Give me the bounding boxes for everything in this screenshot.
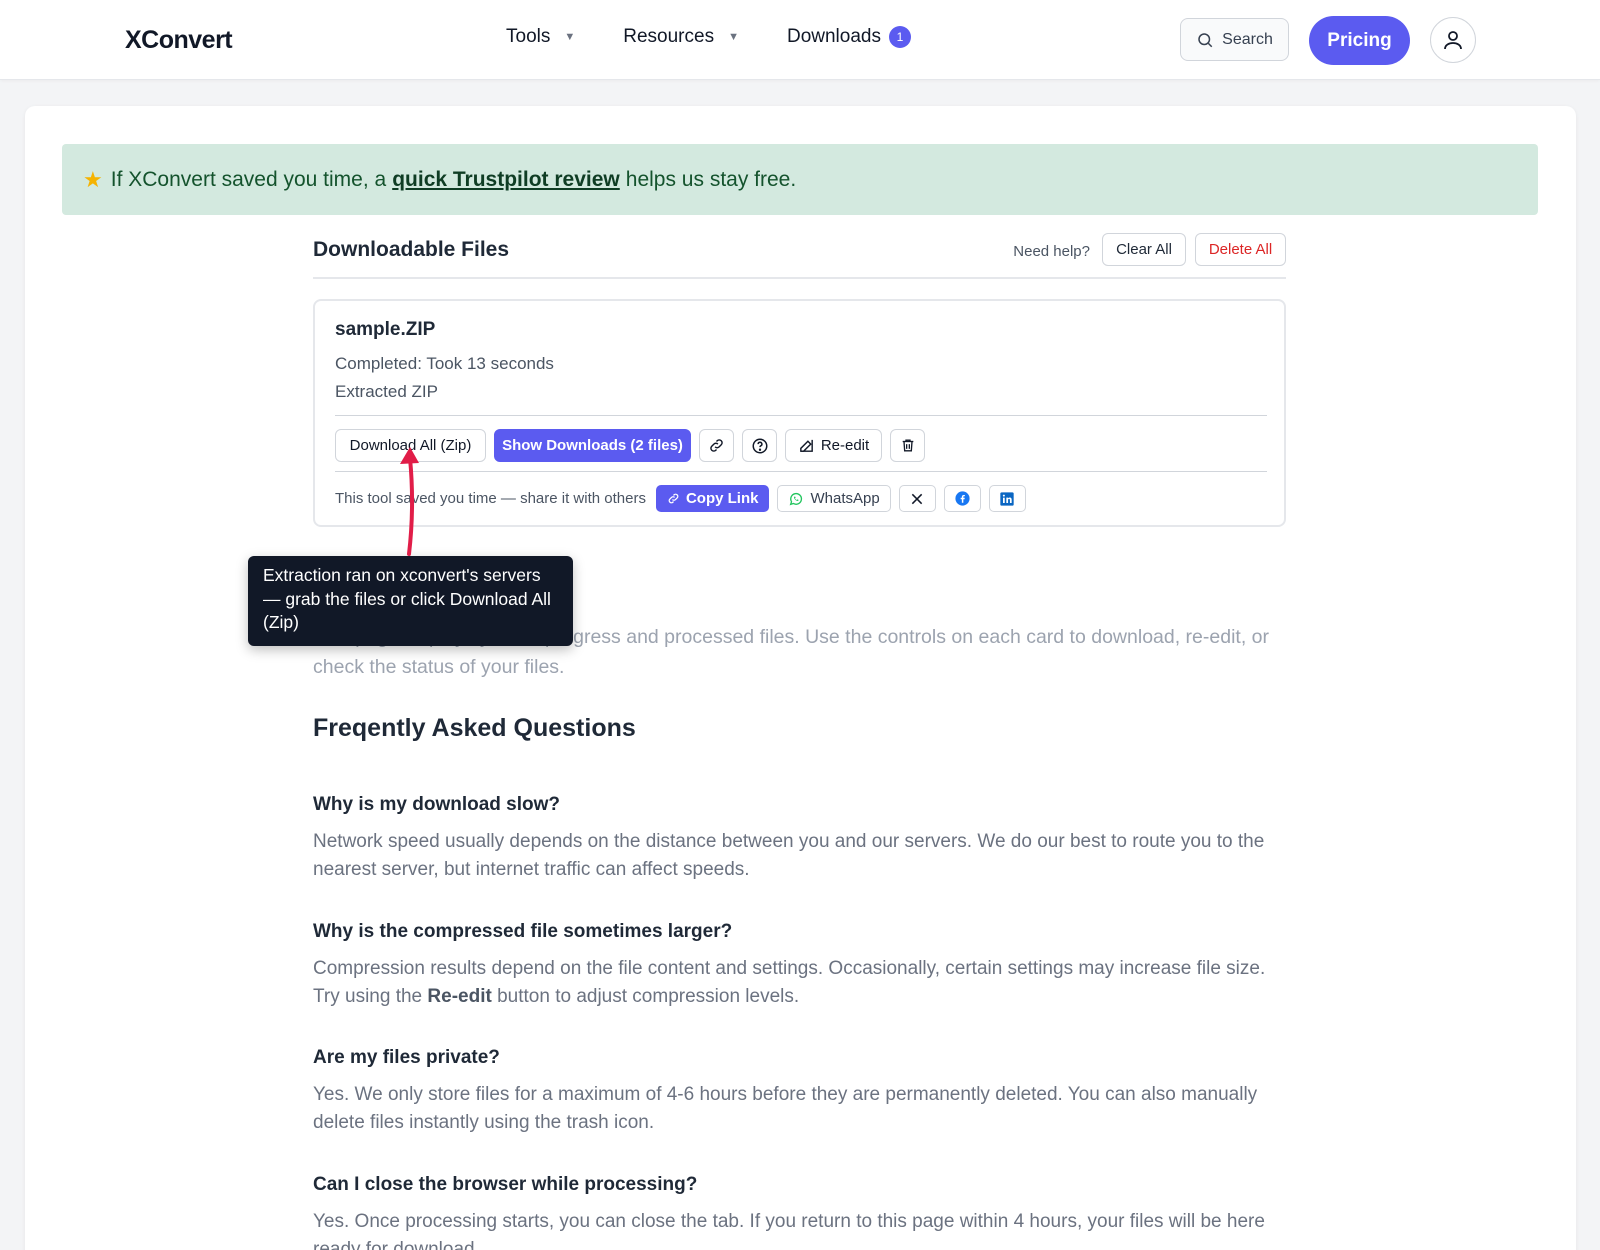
- question-circle-icon: [752, 438, 767, 453]
- downloads-section-header: Downloadable Files Need help? Clear All …: [313, 233, 1286, 279]
- file-name: sample.ZIP: [335, 319, 436, 340]
- banner-prefix: If XConvert saved you time, a: [110, 167, 387, 191]
- main-content-card: ★ If XConvert saved you time, a quick Tr…: [25, 106, 1576, 1250]
- delete-all-button[interactable]: Delete All: [1195, 233, 1286, 266]
- whatsapp-icon: [790, 492, 803, 505]
- faq-answer-emphasis: Re-edit: [427, 986, 492, 1007]
- divider: [335, 471, 1267, 472]
- user-icon: [1444, 31, 1462, 50]
- link-icon: [710, 439, 723, 452]
- trustpilot-review-link[interactable]: quick Trustpilot review: [392, 168, 620, 192]
- need-help-link[interactable]: Need help?: [1013, 243, 1090, 260]
- facebook-share-button[interactable]: [943, 485, 981, 512]
- nav-downloads-label: Downloads: [786, 26, 881, 47]
- linkedin-icon: [1000, 491, 1014, 506]
- caret-down-icon: ▼: [728, 31, 739, 43]
- file-card: sample.ZIP Completed: Took 13 seconds Ex…: [313, 299, 1286, 527]
- faq-question: Why is my download slow?: [313, 794, 561, 815]
- faq-question: Can I close the browser while processing…: [313, 1174, 698, 1195]
- top-header: XConvert Tools ▼ Resources ▼ Downloads 1…: [0, 0, 1600, 80]
- help-icon-button[interactable]: [742, 429, 777, 462]
- edit-icon: [799, 439, 813, 452]
- nav-resources[interactable]: Resources ▼: [623, 26, 739, 48]
- search-label: Search: [1222, 30, 1273, 48]
- delete-file-button[interactable]: [890, 429, 925, 462]
- trash-icon: [902, 439, 913, 452]
- nav-tools[interactable]: Tools ▼: [506, 26, 575, 48]
- annotation-arrow-icon: [400, 447, 419, 556]
- downloads-count-badge: 1: [888, 26, 911, 48]
- x-share-button[interactable]: [898, 485, 936, 512]
- x-twitter-icon: [911, 493, 923, 504]
- search-icon: [1198, 32, 1213, 47]
- caret-down-icon: ▼: [564, 31, 576, 43]
- facebook-icon: [955, 491, 970, 506]
- faq-question: Are my files private?: [313, 1047, 500, 1068]
- nav-tools-label: Tools: [506, 26, 551, 47]
- pricing-button[interactable]: Pricing: [1309, 16, 1410, 65]
- whatsapp-label: WhatsApp: [810, 490, 880, 507]
- faq-answer-part: button to adjust compression levels.: [497, 986, 800, 1007]
- file-operation: Extracted ZIP: [335, 382, 438, 401]
- account-button[interactable]: [1430, 17, 1476, 63]
- nav-resources-label: Resources: [623, 26, 715, 47]
- show-downloads-button[interactable]: Show Downloads (2 files): [494, 429, 691, 462]
- star-icon: ★: [83, 166, 103, 192]
- faq-answer: Compression results depend on the file c…: [313, 955, 1293, 1011]
- faq-question: Why is the compressed file sometimes lar…: [313, 921, 733, 942]
- link-icon: [668, 493, 679, 504]
- linkedin-share-button[interactable]: [988, 485, 1026, 512]
- reedit-label: Re-edit: [820, 437, 870, 454]
- faq-answer: Yes. We only store files for a maximum o…: [313, 1084, 1258, 1133]
- nav-downloads[interactable]: Downloads 1: [787, 26, 911, 48]
- clear-all-button[interactable]: Clear All: [1102, 233, 1186, 266]
- review-banner: ★ If XConvert saved you time, a quick Tr…: [62, 144, 1538, 215]
- copy-link-label: Copy Link: [685, 490, 759, 507]
- section-title: Downloadable Files: [313, 238, 510, 261]
- reedit-button[interactable]: Re-edit: [785, 429, 882, 462]
- faq-answer: Network speed usually depends on the dis…: [313, 831, 1265, 880]
- faq-answer: Yes. Once processing starts, you can clo…: [313, 1211, 1265, 1250]
- copy-link-icon-button[interactable]: [699, 429, 734, 462]
- divider: [335, 415, 1267, 416]
- file-status: Completed: Took 13 seconds: [335, 354, 554, 373]
- logo[interactable]: XConvert: [125, 26, 233, 55]
- banner-suffix: helps us stay free.: [625, 167, 797, 191]
- copy-link-button[interactable]: Copy Link: [655, 485, 770, 512]
- whatsapp-share-button[interactable]: WhatsApp: [777, 485, 891, 512]
- faq-title: Freqently Asked Questions: [313, 714, 636, 742]
- search-button[interactable]: Search: [1180, 18, 1289, 61]
- annotation-tooltip: Extraction ran on xconvert's servers — g…: [248, 556, 573, 646]
- main-nav: Tools ▼ Resources ▼ Downloads 1: [506, 26, 959, 48]
